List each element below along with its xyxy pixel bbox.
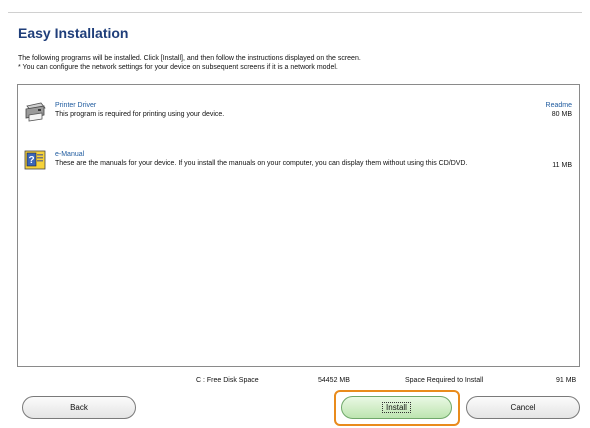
program-name: e-Manual	[55, 151, 85, 158]
manual-book-icon: ?	[23, 148, 47, 177]
free-disk-value: 54452 MB	[318, 377, 350, 384]
install-label: Install	[382, 402, 411, 413]
instructions-line-1: The following programs will be installed…	[18, 55, 361, 62]
back-button[interactable]: Back	[22, 396, 136, 419]
program-row-e-manual[interactable]: ? e-Manual These are the manuals for you…	[18, 148, 579, 181]
svg-text:?: ?	[29, 155, 35, 166]
instructions: The following programs will be installed…	[18, 54, 361, 72]
program-list-panel: Printer Driver Readme This program is re…	[17, 84, 580, 367]
program-size: 11 MB	[552, 162, 572, 169]
readme-link[interactable]: Readme	[546, 102, 572, 109]
install-button[interactable]: Install	[341, 396, 452, 419]
program-name: Printer Driver	[55, 102, 97, 109]
program-row-printer-driver[interactable]: Printer Driver Readme This program is re…	[18, 102, 579, 132]
required-space-value: 91 MB	[556, 377, 577, 384]
top-divider	[8, 12, 582, 13]
program-description: These are the manuals for your device. I…	[55, 160, 468, 167]
install-highlight: Install	[334, 390, 460, 426]
instructions-line-2: * You can configure the network settings…	[18, 64, 338, 71]
required-space-label: Space Required to Install	[405, 377, 484, 384]
program-description: This program is required for printing us…	[55, 111, 225, 118]
program-size: 80 MB	[551, 111, 572, 118]
page-title: Easy Installation	[18, 25, 129, 41]
free-disk-label: C : Free Disk Space	[196, 377, 259, 384]
printer-icon	[23, 100, 47, 127]
cancel-button[interactable]: Cancel	[466, 396, 580, 419]
